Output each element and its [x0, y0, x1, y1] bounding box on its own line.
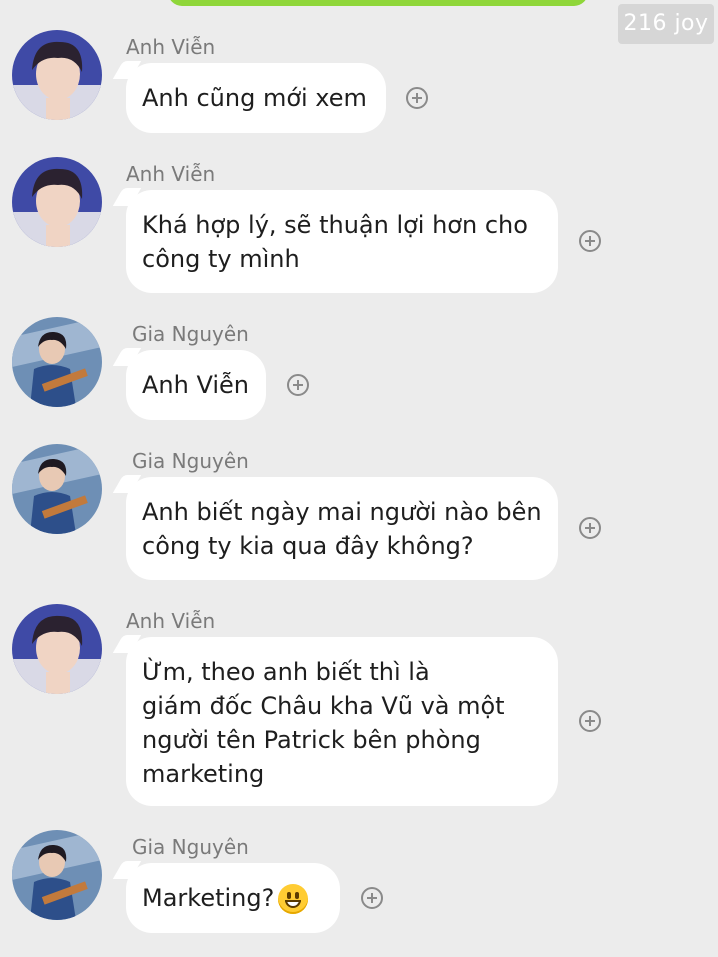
- avatar-anh-vien[interactable]: [12, 604, 102, 694]
- add-reaction-icon[interactable]: [579, 710, 601, 732]
- avatar-gia-nguyen[interactable]: [12, 444, 102, 534]
- avatar-gia-nguyen[interactable]: [12, 830, 102, 920]
- message-text: Anh Viễn: [142, 371, 250, 399]
- avatar-gia-nguyen[interactable]: [12, 317, 102, 407]
- add-reaction-icon[interactable]: [287, 374, 309, 396]
- add-reaction-icon[interactable]: [361, 887, 383, 909]
- message-bubble[interactable]: Anh biết ngày mai người nào bên công ty …: [112, 475, 558, 580]
- grinning-face-emoji: [278, 884, 309, 914]
- sender-name: Gia Nguyên: [132, 322, 249, 346]
- message-bubble[interactable]: Marketing?: [112, 861, 340, 933]
- add-reaction-icon[interactable]: [579, 517, 601, 539]
- previous-message-bubble: [168, 0, 588, 6]
- avatar-anh-vien[interactable]: [12, 30, 102, 120]
- sender-name: Anh Viễn: [126, 35, 216, 59]
- message-text: Khá hợp lý, sẽ thuận lợi hơn cho công ty…: [142, 211, 528, 273]
- add-reaction-icon[interactable]: [406, 87, 428, 109]
- sender-name: Anh Viễn: [126, 609, 216, 633]
- avatar-anh-vien[interactable]: [12, 157, 102, 247]
- watermark: 216 joy: [618, 4, 714, 44]
- message-text: Anh biết ngày mai người nào bên công ty …: [142, 498, 542, 560]
- add-reaction-icon[interactable]: [579, 230, 601, 252]
- message-bubble[interactable]: Khá hợp lý, sẽ thuận lợi hơn cho công ty…: [112, 188, 558, 293]
- message-bubble[interactable]: Anh Viễn: [112, 348, 266, 420]
- sender-name: Anh Viễn: [126, 162, 216, 186]
- message-text: Ừm, theo anh biết thì là giám đốc Châu k…: [142, 658, 505, 788]
- message-bubble[interactable]: Ừm, theo anh biết thì là giám đốc Châu k…: [112, 635, 558, 806]
- sender-name: Gia Nguyên: [132, 449, 249, 473]
- message-text: Marketing?: [142, 884, 275, 912]
- message-bubble[interactable]: Anh cũng mới xem: [112, 61, 386, 133]
- message-content: Marketing?: [142, 881, 324, 915]
- message-text: Anh cũng mới xem: [142, 84, 367, 112]
- sender-name: Gia Nguyên: [132, 835, 249, 859]
